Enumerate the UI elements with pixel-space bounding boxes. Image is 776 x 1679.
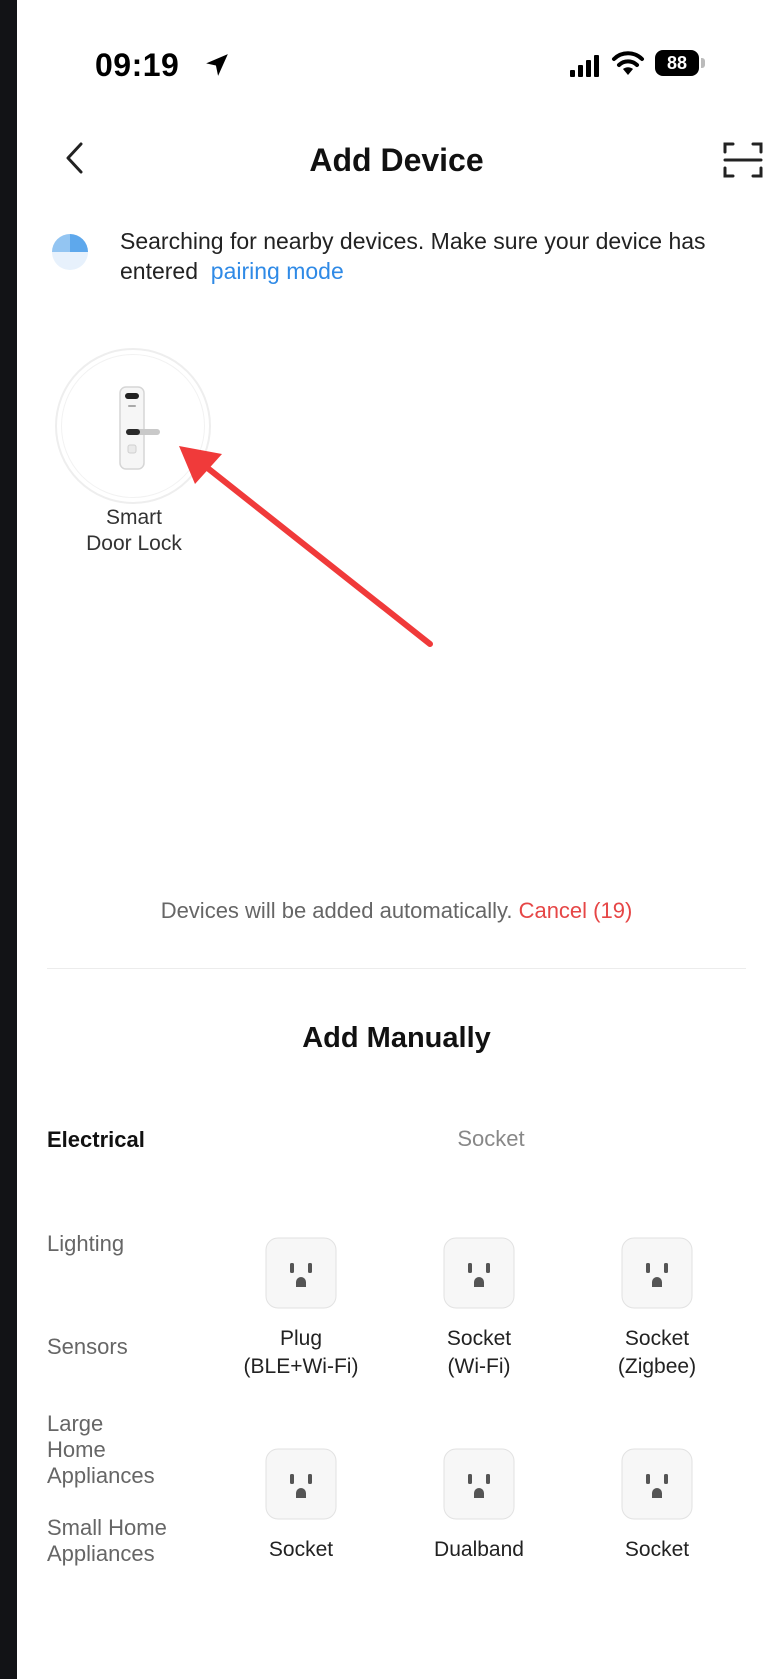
device-label-line1: Socket <box>268 1538 334 1561</box>
outlet-icon[interactable] <box>265 1237 337 1309</box>
page-title: Add Device <box>309 142 484 178</box>
outlet-icon[interactable] <box>621 1237 693 1309</box>
category-small-home-appliances[interactable]: Small Home Appliances <box>47 1515 197 1567</box>
device-label-line2: (BLE+Wi-Fi) <box>243 1355 359 1378</box>
section-socket-label: Socket <box>457 1126 525 1151</box>
outlet-icon[interactable] <box>443 1237 515 1309</box>
auto-add-text: Devices will be added automatically. <box>160 898 513 923</box>
wifi-icon <box>612 51 644 75</box>
door-lock-icon <box>119 386 160 470</box>
add-manually-heading: Add Manually <box>302 1022 491 1054</box>
category-electrical[interactable]: Electrical <box>47 1127 197 1153</box>
device-tile-label[interactable]: Plug (BLE+Wi-Fi) <box>211 1325 391 1381</box>
scan-icon[interactable] <box>721 138 765 182</box>
outlet-icon[interactable] <box>621 1448 693 1520</box>
search-message-text: Searching for nearby devices. Make sure … <box>120 228 706 284</box>
device-tile-label[interactable]: Dualband <box>389 1536 569 1564</box>
device-label-line1: Socket <box>446 1327 512 1350</box>
search-message: Searching for nearby devices. Make sure … <box>120 226 740 286</box>
device-label-line2: (Wi-Fi) <box>447 1355 511 1378</box>
cancel-button[interactable]: Cancel (19) <box>519 898 633 923</box>
device-tile-label[interactable]: Socket <box>567 1536 747 1564</box>
auto-add-message: Devices will be added automatically. Can… <box>17 898 776 924</box>
status-time: 09:19 <box>95 47 180 83</box>
loading-spinner-icon <box>52 234 88 270</box>
location-arrow-icon <box>206 54 228 76</box>
device-tile-label[interactable]: Socket (Wi-Fi) <box>389 1325 569 1381</box>
category-lighting[interactable]: Lighting <box>47 1231 197 1257</box>
app-screen: 09:19 88 Add Device Searching for nearby… <box>17 0 776 1679</box>
section-divider <box>47 968 746 969</box>
cellular-signal-icon <box>570 55 599 77</box>
category-sensors[interactable]: Sensors <box>47 1334 197 1360</box>
annotation-arrow-icon <box>179 446 433 647</box>
device-label-line1: Socket <box>624 1538 690 1561</box>
device-label-line1: Dualband <box>434 1538 524 1561</box>
outlet-icon[interactable] <box>265 1448 337 1520</box>
device-label-line2: (Zigbee) <box>617 1355 697 1378</box>
pairing-mode-link[interactable]: pairing mode <box>211 258 344 284</box>
device-label-line1: Socket <box>624 1327 690 1350</box>
battery-cap <box>701 58 705 68</box>
category-large-home-appliances[interactable]: Large Home Appliances <box>47 1411 167 1489</box>
device-tile-label[interactable]: Socket (Zigbee) <box>567 1325 747 1381</box>
battery-indicator: 88 <box>655 50 699 76</box>
device-label-line1: Plug <box>279 1327 323 1350</box>
outlet-icon[interactable] <box>443 1448 515 1520</box>
device-tile-label[interactable]: Socket <box>211 1536 391 1564</box>
